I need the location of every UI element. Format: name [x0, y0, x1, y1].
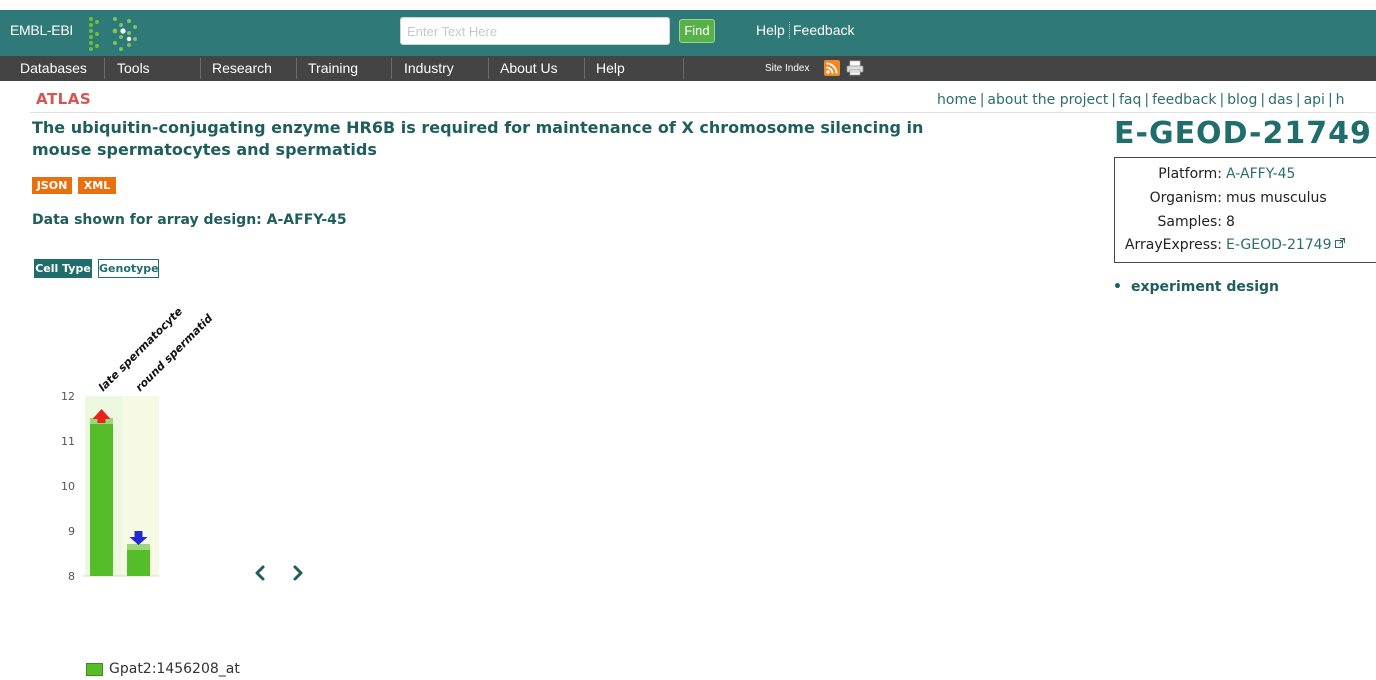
chevron-right-icon[interactable] — [293, 565, 303, 581]
array-design-line: Data shown for array design: A-AFFY-45 — [32, 212, 347, 228]
link-separator: | — [1260, 92, 1266, 108]
accession-heading: E-GEOD-21749 — [1114, 116, 1372, 151]
atlas-logo[interactable]: ATLAS — [36, 90, 91, 108]
search-input[interactable] — [400, 17, 670, 45]
y-tick-label: 8 — [68, 570, 75, 583]
nav-industry[interactable]: Industry — [404, 56, 454, 81]
link-separator: | — [1327, 92, 1333, 108]
y-tick-label: 12 — [61, 390, 75, 403]
arrayexpress-value-wrap: E-GEOD-21749 — [1226, 237, 1345, 253]
chart-bar — [90, 423, 113, 576]
expression-chart: 89101112late spermatocyteround spermatid — [61, 305, 303, 583]
experiment-info-box: Platform: A-AFFY-45 Organism: mus muscul… — [1114, 157, 1376, 263]
array-design-prefix: Data shown for array design: — [32, 212, 267, 228]
platform-label: Platform: — [1158, 166, 1222, 182]
chart-bar — [127, 549, 150, 576]
print-icon[interactable] — [846, 60, 864, 76]
top-header: EMBL-EBI Find Help Feedback — [0, 10, 1376, 56]
nav-divider — [104, 58, 105, 79]
json-format-button[interactable]: JSON — [32, 177, 72, 194]
link-help-truncated[interactable]: h — [1336, 92, 1345, 108]
nav-divider — [200, 58, 201, 79]
embl-ebi-logo-icon[interactable] — [85, 13, 145, 53]
nav-divider — [296, 58, 297, 79]
experiment-title: The ubiquitin-conjugating enzyme HR6B is… — [32, 118, 924, 159]
samples-label: Samples: — [1157, 214, 1222, 230]
link-separator: | — [1144, 92, 1150, 108]
link-blog[interactable]: blog — [1227, 92, 1257, 108]
samples-value: 8 — [1226, 214, 1235, 230]
main-nav: Databases Tools Research Training Indust… — [0, 56, 1376, 81]
nav-divider — [391, 58, 392, 79]
nav-databases[interactable]: Databases — [20, 56, 87, 81]
link-separator: | — [1219, 92, 1225, 108]
nav-divider — [683, 58, 684, 79]
nav-divider — [584, 58, 585, 79]
bullet-icon: • — [1113, 279, 1122, 295]
embl-ebi-logo-text[interactable]: EMBL-EBI — [10, 22, 73, 38]
nav-help[interactable]: Help — [596, 56, 625, 81]
legend-swatch — [86, 663, 103, 676]
arrayexpress-label: ArrayExpress: — [1124, 237, 1222, 253]
link-separator: | — [1295, 92, 1301, 108]
link-separator: | — [1111, 92, 1116, 108]
xml-format-button[interactable]: XML — [78, 177, 116, 194]
y-tick-label: 10 — [61, 480, 75, 493]
tab-cell-type[interactable]: Cell Type — [34, 259, 92, 278]
link-api[interactable]: api — [1304, 92, 1325, 108]
header-link-divider — [789, 22, 790, 39]
rss-icon[interactable] — [824, 60, 840, 76]
organism-value: mus musculus — [1226, 190, 1327, 206]
header-help-link[interactable]: Help — [756, 22, 785, 38]
nav-tools[interactable]: Tools — [117, 56, 150, 81]
arrayexpress-link[interactable]: E-GEOD-21749 — [1226, 237, 1332, 253]
link-feedback[interactable]: feedback — [1152, 92, 1216, 108]
external-link-icon[interactable] — [1334, 238, 1345, 248]
legend-label: Gpat2:1456208_at — [109, 661, 240, 677]
organism-label: Organism: — [1149, 190, 1222, 206]
experiment-design-link[interactable]: experiment design — [1131, 279, 1279, 295]
atlas-top-links: home | about the project | faq | feedback | blog… — [937, 92, 1345, 108]
link-faq[interactable]: faq — [1119, 92, 1141, 108]
find-button[interactable]: Find — [679, 19, 715, 43]
platform-link[interactable]: A-AFFY-45 — [1226, 166, 1295, 182]
link-home[interactable]: home — [937, 92, 977, 108]
chevron-left-icon[interactable] — [255, 565, 265, 581]
atlas-divider — [30, 112, 1376, 113]
nav-training[interactable]: Training — [308, 56, 358, 81]
nav-divider — [488, 58, 489, 79]
link-separator: | — [979, 92, 985, 108]
tab-genotype[interactable]: Genotype — [98, 259, 159, 278]
link-about-project[interactable]: about the project — [987, 92, 1108, 108]
y-tick-label: 11 — [61, 435, 75, 448]
link-das[interactable]: das — [1268, 92, 1293, 108]
nav-about-us[interactable]: About Us — [500, 56, 558, 81]
header-feedback-link[interactable]: Feedback — [793, 22, 854, 38]
nav-research[interactable]: Research — [212, 56, 272, 81]
site-index-link[interactable]: Site Index — [765, 56, 809, 81]
array-design-value[interactable]: A-AFFY-45 — [267, 212, 347, 228]
y-tick-label: 9 — [68, 525, 75, 538]
